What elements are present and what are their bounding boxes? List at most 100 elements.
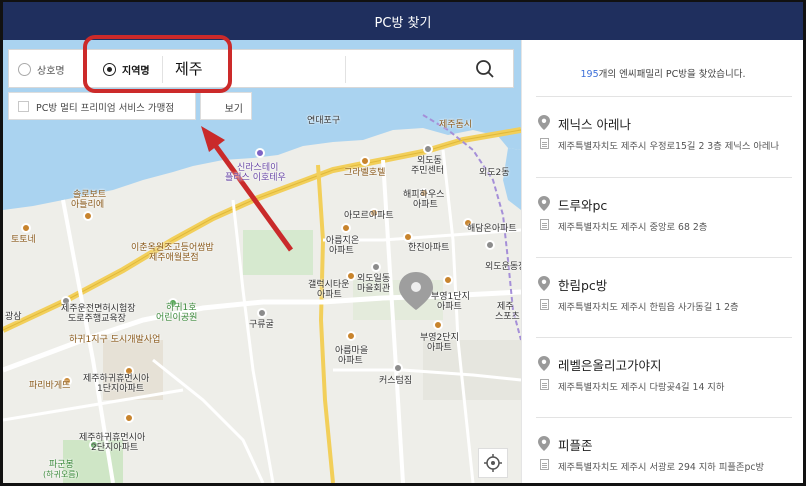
- result-address: 제주특별자치도 제주시 중앙로 68 2층: [558, 222, 708, 233]
- map-label: 외도운동장: [485, 262, 521, 272]
- result-address: 제주특별자치도 제주시 다랑곶4길 14 지하: [558, 382, 725, 393]
- result-name[interactable]: 드루와pc: [558, 195, 607, 214]
- map-label: 솔로보트: [73, 190, 107, 200]
- current-location-button[interactable]: [478, 448, 508, 478]
- divider: [536, 257, 792, 258]
- divider: [536, 337, 792, 338]
- map-label: 커스텀짐: [379, 376, 413, 386]
- premium-filter[interactable]: PC방 멀티 프리미엄 서비스 가맹점: [8, 92, 196, 120]
- divider: [345, 56, 346, 83]
- map-label: 제주: [497, 302, 514, 312]
- map-label: 파군봉: [49, 460, 74, 470]
- map-label: 그라벨호텔: [344, 168, 386, 178]
- option-name-label[interactable]: 상호명: [37, 62, 65, 77]
- map-label: 아파트: [413, 200, 438, 210]
- annotation-highlight: [83, 35, 232, 93]
- address-icon: [540, 219, 549, 230]
- map-label: 어린이공원: [156, 313, 198, 323]
- map-label: 제주하귀휴먼시아: [79, 433, 146, 443]
- poi-marker[interactable]: [21, 223, 31, 233]
- address-icon: [540, 138, 549, 149]
- poi-marker[interactable]: [423, 144, 433, 154]
- map-label: (하귀오름): [43, 470, 79, 479]
- result-count-text: 개의 엔씨패밀리 PC방을 찾았습니다.: [598, 69, 746, 80]
- map-label: 아모르아파트: [344, 211, 394, 221]
- map-label: 아파트: [338, 356, 363, 366]
- map-label: 부영2단지: [420, 333, 459, 343]
- result-name[interactable]: 한림pc방: [558, 275, 607, 294]
- poi-marker[interactable]: [83, 211, 93, 221]
- location-pin-icon: [538, 115, 550, 130]
- premium-filter-checkbox[interactable]: [18, 101, 29, 112]
- results-panel: 195개의 엔씨패밀리 PC방을 찾았습니다. 제닉스 아레나 제주특별자치도 …: [521, 40, 803, 483]
- map-label: 1단지아파트: [97, 384, 145, 394]
- location-pin-icon: [538, 196, 550, 211]
- map-label: 외도일동: [357, 274, 391, 284]
- map-label: 부영1단지: [431, 292, 470, 302]
- map-label: 플러스 이호테우: [225, 173, 286, 183]
- location-pin-icon: [538, 276, 550, 291]
- map-label: 아파트: [329, 246, 354, 256]
- map-label: 해피하우스: [403, 190, 445, 200]
- poi-marker[interactable]: [341, 223, 351, 233]
- divider: [536, 417, 792, 418]
- map-label: 스포츠: [495, 312, 520, 322]
- map-label: 아파트: [317, 290, 342, 300]
- poi-marker[interactable]: [443, 275, 453, 285]
- premium-filter-label: PC방 멀티 프리미엄 서비스 가맹점: [36, 103, 175, 114]
- result-count: 195개의 엔씨패밀리 PC방을 찾았습니다.: [522, 66, 804, 80]
- map-label: 도로주행교육장: [68, 314, 126, 324]
- poi-marker[interactable]: [346, 331, 356, 341]
- poi-marker[interactable]: [393, 363, 403, 373]
- view-button[interactable]: 보기: [200, 92, 252, 120]
- map-label: 파리바게뜨: [29, 381, 71, 391]
- result-address: 제주특별자치도 제주시 한림읍 사가동길 1 2층: [558, 302, 739, 313]
- map-label: 제주하귀휴먼시아: [83, 374, 150, 384]
- map-label: 주민센터: [411, 166, 445, 176]
- map-label: 아파트: [427, 343, 452, 353]
- result-name[interactable]: 레벨은올리고가야지: [558, 355, 662, 374]
- poi-marker[interactable]: [403, 232, 413, 242]
- poi-marker[interactable]: [124, 413, 134, 423]
- map-label: 구류굴: [249, 320, 274, 330]
- divider: [536, 177, 792, 178]
- location-pin-icon: [538, 356, 550, 371]
- map-label: 하귀1호: [166, 303, 197, 313]
- poi-marker[interactable]: [371, 262, 381, 272]
- map-label: 아틀리에: [71, 200, 105, 210]
- crosshair-icon: [484, 454, 502, 472]
- map-label: 제주운전면허시험장: [61, 304, 136, 314]
- map-label: 제주애월본점: [149, 253, 199, 263]
- search-icon[interactable]: [475, 59, 495, 79]
- map-label: 제주돔시: [439, 120, 473, 130]
- map-label: 아파트: [437, 302, 462, 312]
- result-name[interactable]: 피플존: [558, 435, 593, 454]
- map-label: 마을회관: [357, 284, 391, 294]
- map-label: 해담온아파트: [467, 224, 517, 234]
- poi-marker[interactable]: [360, 156, 370, 166]
- result-address: 제주특별자치도 제주시 우정로15길 2 3층 제닉스 아레나: [558, 141, 780, 152]
- poi-marker[interactable]: [433, 320, 443, 330]
- map-label: 외도동: [417, 156, 442, 166]
- address-icon: [540, 379, 549, 390]
- radio-name[interactable]: [18, 63, 31, 76]
- map-label: 2단지아파트: [91, 443, 139, 453]
- result-count-number: 195: [580, 69, 599, 80]
- result-name[interactable]: 제닉스 아레나: [558, 114, 631, 133]
- map-label: 아름마을: [335, 346, 369, 356]
- location-pin-icon: [538, 436, 550, 451]
- map-label: 이춘옥원조고등어쌈밥: [131, 243, 214, 253]
- poi-marker[interactable]: [485, 240, 495, 250]
- map-label: 광삼: [5, 312, 22, 322]
- result-address: 제주특별자치도 제주시 서광로 294 지하 피플존pc방: [558, 462, 765, 473]
- map-label: 하귀1지구 도시개발사업: [69, 335, 161, 345]
- divider: [536, 96, 792, 97]
- map-label: 연대포구: [307, 116, 341, 126]
- map-label: 갤럭시타운: [308, 280, 350, 290]
- poi-marker[interactable]: [257, 308, 267, 318]
- map-label: 외도2동: [479, 168, 510, 178]
- map-label: 신라스테이: [237, 163, 279, 173]
- map-label: 한진아파트: [408, 243, 450, 253]
- map-label: 아름지온: [326, 236, 360, 246]
- poi-marker[interactable]: [255, 148, 265, 158]
